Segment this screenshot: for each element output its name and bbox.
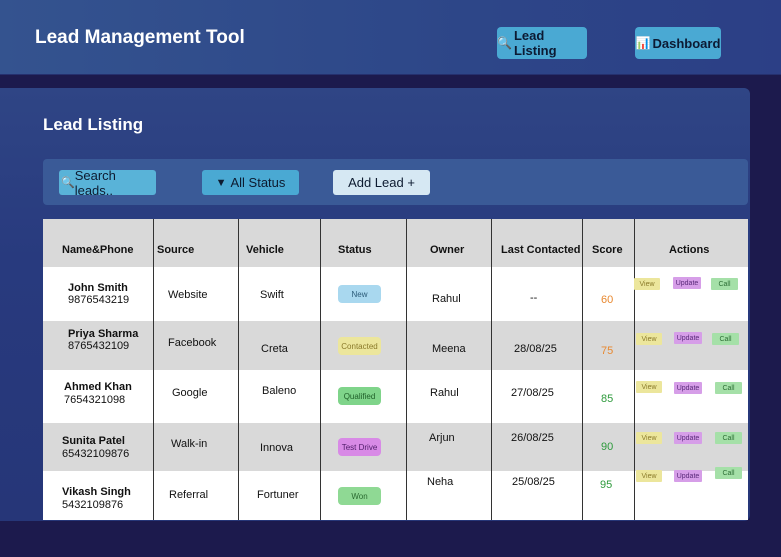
- lead-last-contacted: --: [530, 292, 538, 304]
- lead-name: Sunita Patel: [62, 435, 125, 447]
- column-divider: [153, 219, 154, 520]
- lead-phone: 5432109876: [62, 499, 124, 511]
- lead-source: Google: [172, 387, 208, 399]
- lead-source: Facebook: [168, 337, 217, 349]
- column-header-last-contacted: Last Contacted: [501, 244, 581, 256]
- column-header-actions: Actions: [669, 244, 710, 256]
- lead-vehicle: Creta: [261, 343, 288, 355]
- update-button[interactable]: Update: [674, 432, 702, 444]
- status-badge: Test Drive: [338, 438, 381, 456]
- lead-owner: Neha: [427, 476, 454, 488]
- status-badge: Contacted: [338, 337, 381, 355]
- lead-score: 90: [601, 441, 614, 453]
- call-button[interactable]: Call: [715, 467, 742, 479]
- column-divider: [491, 219, 492, 520]
- call-button[interactable]: Call: [715, 432, 742, 444]
- status-badge: New: [338, 285, 381, 303]
- nav-lead-listing-button[interactable]: 🔍 Lead Listing: [497, 27, 587, 59]
- lead-vehicle: Innova: [260, 442, 294, 454]
- page-title: Lead Listing: [43, 115, 144, 134]
- column-divider: [238, 219, 239, 520]
- view-button[interactable]: View: [636, 432, 662, 444]
- nav-dashboard-button[interactable]: 📊 Dashboard: [635, 27, 721, 59]
- nav-dashboard-label: Dashboard: [652, 35, 721, 51]
- view-button[interactable]: View: [636, 470, 662, 482]
- lead-last-contacted: 27/08/25: [511, 387, 554, 399]
- bar-chart-icon: 📊: [635, 36, 651, 50]
- table-header: [43, 219, 748, 267]
- lead-owner: Arjun: [429, 432, 455, 444]
- lead-name: Vikash Singh: [62, 486, 131, 498]
- column-header-owner: Owner: [430, 244, 465, 256]
- app-title: Lead Management Tool: [35, 27, 245, 48]
- nav-lead-listing-label: Lead Listing: [513, 28, 557, 58]
- lead-score: 75: [601, 345, 614, 357]
- lead-last-contacted: 25/08/25: [512, 476, 555, 488]
- call-button[interactable]: Call: [715, 382, 742, 394]
- update-button[interactable]: Update: [674, 470, 702, 482]
- update-button[interactable]: Update: [674, 382, 702, 394]
- column-header-name-phone: Name&Phone: [62, 244, 134, 256]
- leads-table: Name&Phone Source Vehicle Status Owner L…: [43, 219, 748, 520]
- view-button[interactable]: View: [636, 333, 662, 345]
- column-header-score: Score: [592, 244, 623, 256]
- lead-owner: Rahul: [430, 387, 459, 399]
- lead-last-contacted: 28/08/25: [514, 343, 557, 355]
- lead-source: Website: [168, 289, 208, 301]
- lead-phone: 65432109876: [62, 448, 130, 460]
- call-button[interactable]: Call: [711, 278, 738, 290]
- search-icon: 🔍: [61, 177, 75, 189]
- update-button[interactable]: Update: [674, 332, 702, 344]
- status-filter-dropdown[interactable]: ▼ All Status: [202, 170, 299, 195]
- view-button[interactable]: View: [636, 381, 662, 393]
- lead-phone: 8765432109: [68, 340, 130, 352]
- column-divider: [582, 219, 583, 520]
- status-filter-label: All Status: [230, 175, 286, 190]
- lead-vehicle: Baleno: [262, 385, 297, 397]
- update-button[interactable]: Update: [673, 277, 701, 289]
- lead-score: 95: [600, 479, 613, 491]
- lead-owner: Meena: [432, 343, 466, 355]
- lead-score: 85: [601, 393, 614, 405]
- lead-score: 60: [601, 294, 614, 306]
- lead-vehicle: Swift: [260, 289, 284, 301]
- column-header-source: Source: [157, 244, 195, 256]
- view-button[interactable]: View: [634, 278, 660, 290]
- lead-phone: 7654321098: [64, 394, 126, 406]
- search-input[interactable]: 🔍 Search leads..: [59, 167, 156, 198]
- table-row: [43, 370, 748, 423]
- table-row: [43, 321, 748, 370]
- lead-source: Walk-in: [171, 438, 208, 450]
- call-button[interactable]: Call: [712, 333, 739, 345]
- magnifier-icon: 🔍: [497, 36, 512, 50]
- column-header-vehicle: Vehicle: [246, 244, 284, 256]
- lead-phone: 9876543219: [68, 294, 130, 306]
- add-lead-button[interactable]: Add Lead +: [333, 170, 430, 195]
- column-divider: [406, 219, 407, 520]
- lead-last-contacted: 26/08/25: [511, 432, 554, 444]
- lead-source: Referral: [169, 489, 209, 501]
- column-divider: [634, 219, 635, 520]
- column-header-status: Status: [338, 244, 372, 256]
- table-row: [43, 423, 748, 471]
- table-row: [43, 267, 748, 321]
- lead-owner: Rahul: [432, 293, 461, 305]
- status-badge: Won: [338, 487, 381, 505]
- search-placeholder: Search leads..: [74, 167, 116, 198]
- lead-name: Ahmed Khan: [64, 381, 132, 393]
- lead-vehicle: Fortuner: [257, 489, 299, 501]
- column-divider: [320, 219, 321, 520]
- status-badge: Qualified: [338, 387, 381, 405]
- triangle-down-icon: ▼: [215, 176, 227, 189]
